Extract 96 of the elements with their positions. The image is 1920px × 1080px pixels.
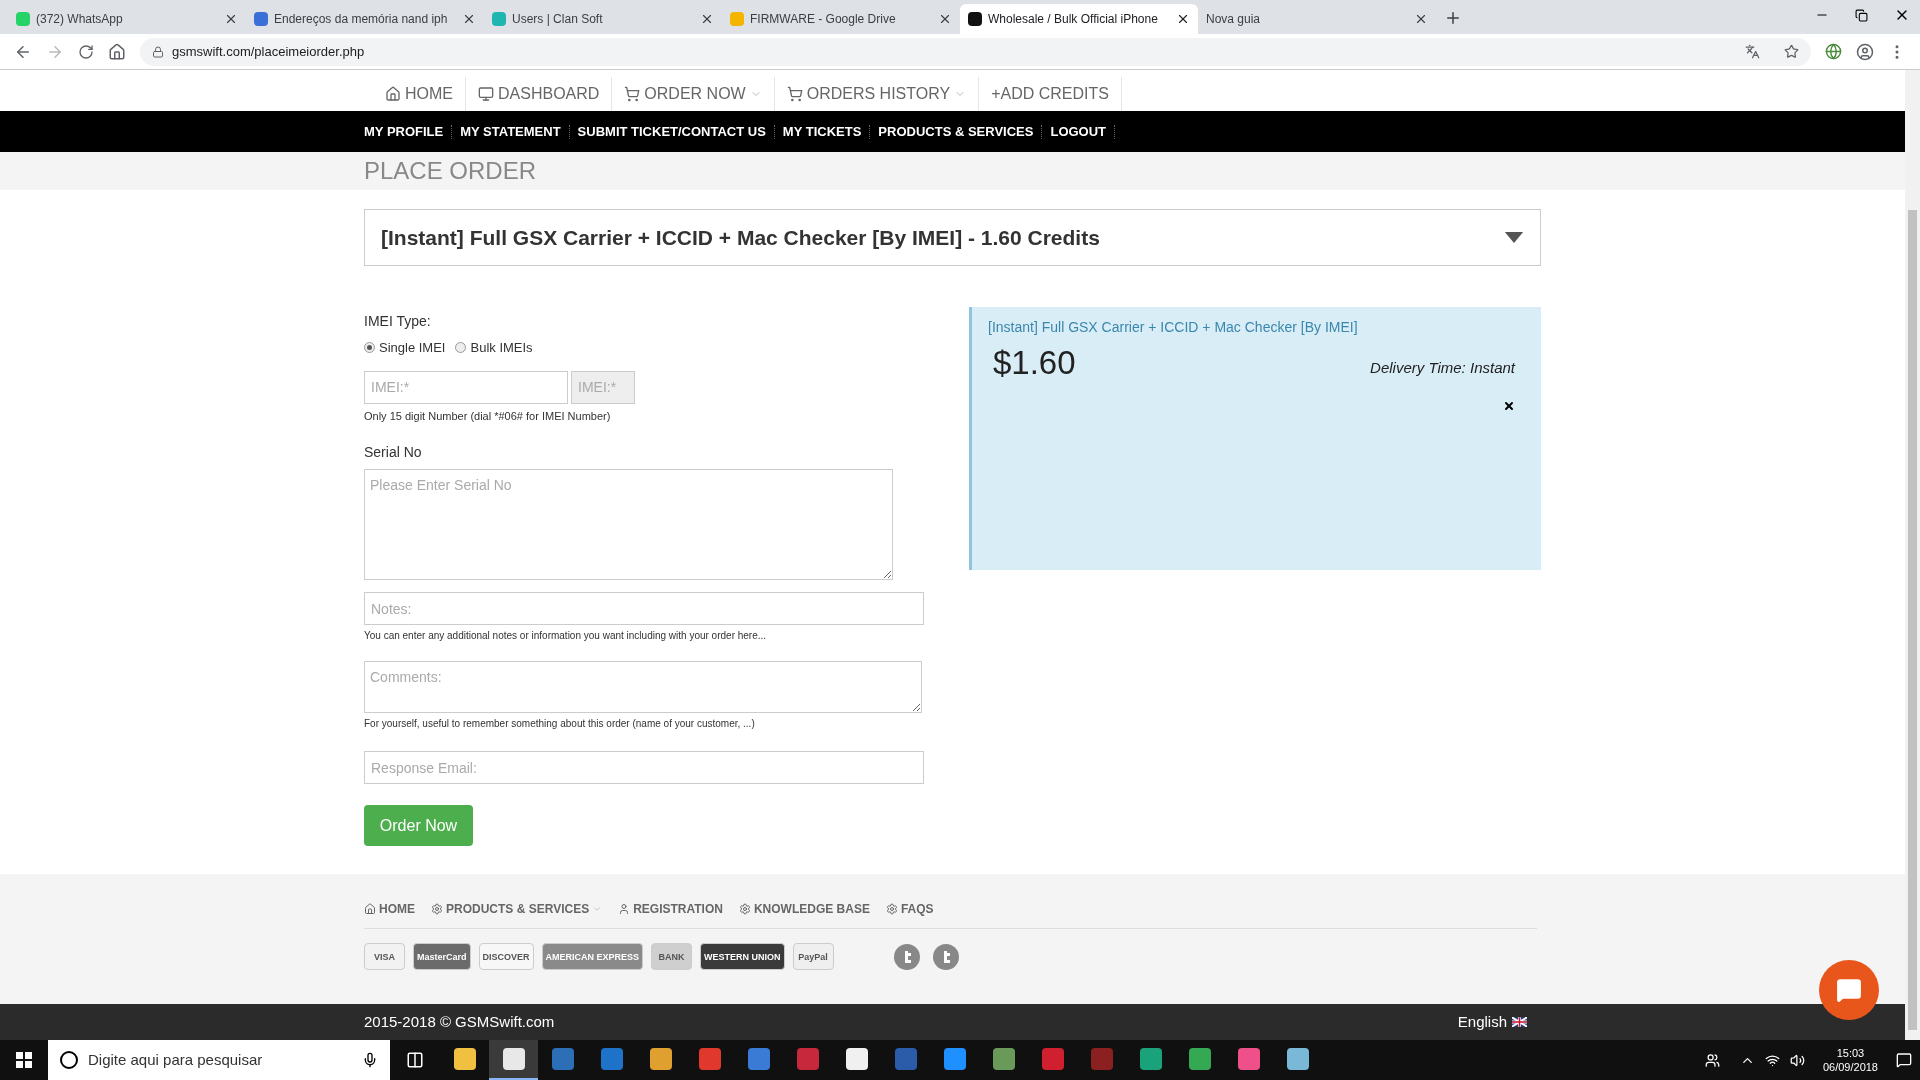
home-icon[interactable]: [108, 42, 126, 61]
footer-link[interactable]: HOME: [364, 900, 415, 918]
flag-icon: [1512, 1017, 1527, 1027]
windows-icon[interactable]: [16, 1052, 32, 1068]
search-placeholder: Digite aqui para pesquisar: [88, 1049, 264, 1070]
radio-option[interactable]: Single IMEI: [364, 338, 446, 358]
subnav-link[interactable]: SUBMIT TICKET/CONTACT US: [569, 124, 775, 139]
subnav-link[interactable]: LOGOUT: [1042, 124, 1116, 139]
clock-time: 15:03: [1836, 1046, 1865, 1060]
close-icon[interactable]: [700, 12, 714, 26]
subnav-link[interactable]: MY STATEMENT: [452, 124, 570, 139]
chat-icon: [1836, 977, 1862, 1003]
hint-text: For yourself, useful to remember something about this order (name of your customer, ...): [364, 717, 756, 731]
tab-title: FIRMWARE - Google Drive: [750, 11, 896, 28]
service-select[interactable]: [Instant] Full GSX Carrier + ICCID + Mac Checker [By IMEI] - 1.60 Credits: [364, 209, 1541, 266]
subnav-link[interactable]: MY PROFILE: [364, 124, 453, 139]
cortana-icon: [60, 1051, 78, 1069]
payment-logo: VISA: [364, 943, 405, 970]
tab-title: Endereços da memória nand iph: [274, 11, 448, 28]
imei-field[interactable]: IMEI:*: [364, 370, 568, 404]
reload-icon[interactable]: [78, 43, 94, 60]
new-tab-icon[interactable]: [1444, 9, 1462, 27]
radio-option[interactable]: Bulk IMEIs: [455, 338, 533, 358]
notes-field[interactable]: Notes:: [364, 592, 924, 625]
subnav-link[interactable]: PRODUCTS & SERVICES: [870, 124, 1043, 139]
email-field[interactable]: Response Email:: [364, 751, 924, 784]
comments-field[interactable]: Comments:: [364, 661, 922, 713]
browser-tab[interactable]: Wholesale / Bulk Official iPhone: [960, 4, 1198, 34]
field-label: IMEI Type:: [364, 312, 432, 331]
profile-icon[interactable]: [1856, 42, 1874, 61]
footer-link[interactable]: REGISTRATION: [618, 900, 723, 918]
taskbar-search-field[interactable]: Digite aqui para pesquisar: [48, 1040, 390, 1080]
settings-icon: [431, 903, 443, 915]
browser-tab[interactable]: Endereços da memória nand iph: [246, 4, 484, 34]
footer-link[interactable]: PRODUCTS & SERVICES: [431, 900, 603, 918]
footer-link[interactable]: FAQS: [885, 900, 934, 918]
page-title: PLACE ORDER: [364, 157, 537, 185]
serial-field[interactable]: Please Enter Serial No: [364, 469, 893, 580]
delivery-text: Delivery Time: Instant: [1370, 358, 1515, 378]
clock-date: 06/09/2018: [1822, 1060, 1878, 1074]
footer-link[interactable]: KNOWLEDGE BASE: [738, 900, 870, 918]
monitor-icon: [478, 86, 494, 102]
tab-title: Users | Clan Soft: [512, 11, 603, 28]
payment-logo: WESTERN UNION: [700, 943, 785, 970]
hint-text: Only 15 digit Number (dial *#06# for IMEI Number): [364, 408, 612, 424]
browser-tab[interactable]: FIRMWARE - Google Drive: [722, 4, 960, 34]
close-icon[interactable]: [938, 12, 952, 26]
people-icon[interactable]: [1704, 1052, 1720, 1068]
social-icon[interactable]: [932, 943, 959, 970]
lock-icon: [152, 45, 164, 58]
caret-icon: [592, 904, 603, 914]
close-icon[interactable]: [224, 12, 238, 26]
social-icon[interactable]: [893, 943, 920, 970]
volume-icon[interactable]: [1789, 1052, 1805, 1068]
url-text: gsmswift.com/placeimeiorder.php: [172, 42, 365, 61]
settings-icon: [885, 903, 898, 915]
hint-text: You can enter any additional notes or information you want including with your order here...: [364, 629, 768, 643]
star-icon[interactable]: [1784, 44, 1799, 59]
cart-icon: [624, 86, 641, 102]
payment-logo: MasterCard: [413, 943, 471, 970]
mic-icon[interactable]: [362, 1052, 378, 1068]
home-icon: [364, 903, 376, 915]
network-icon[interactable]: [1764, 1052, 1780, 1068]
restore-icon[interactable]: [1855, 8, 1868, 22]
scrollbar[interactable]: [1905, 70, 1920, 1040]
tab-title: Nova guia: [1206, 11, 1261, 28]
copyright-text: 2015-2018 © GSMSwift.com: [364, 1011, 555, 1032]
cart-icon: [786, 86, 803, 102]
field-label: Serial No: [364, 443, 423, 462]
address-bar[interactable]: gsmswift.com/placeimeiorder.php: [140, 37, 1811, 66]
settings-icon: [738, 903, 751, 915]
user-icon: [618, 903, 631, 915]
taskbar-app[interactable]: [489, 1040, 538, 1080]
subnav-link[interactable]: MY TICKETS: [774, 124, 871, 139]
task-view-icon[interactable]: [406, 1051, 424, 1069]
language-link[interactable]: English: [1457, 1010, 1527, 1034]
browser-tab[interactable]: Users | Clan Soft: [484, 4, 722, 34]
browser-tab[interactable]: (372) WhatsApp: [8, 4, 246, 34]
translate-icon[interactable]: [1745, 44, 1760, 59]
close-icon[interactable]: [462, 12, 476, 26]
tab-title: (372) WhatsApp: [36, 11, 123, 28]
payment-logo: DISCOVER: [478, 943, 534, 970]
payment-logo: PayPal: [792, 943, 834, 970]
extension-icon[interactable]: [1825, 43, 1842, 60]
panel-title: [Instant] Full GSX Carrier + ICCID + Mac Checker [By IMEI]: [988, 318, 1359, 337]
payment-logo: BANK: [651, 943, 693, 970]
caret-icon: [1504, 232, 1524, 243]
close-icon[interactable]: [1503, 399, 1515, 412]
payment-logo: AMERICAN EXPRESS: [541, 943, 644, 970]
close-icon[interactable]: [1176, 12, 1190, 26]
home-icon: [385, 86, 401, 102]
price-text: $1.60: [993, 343, 1076, 383]
browser-tab[interactable]: Nova guia: [1198, 4, 1436, 34]
close-icon[interactable]: [1414, 12, 1428, 26]
tab-title: Wholesale / Bulk Official iPhone: [988, 11, 1158, 28]
notifications-icon[interactable]: [1896, 1052, 1912, 1068]
